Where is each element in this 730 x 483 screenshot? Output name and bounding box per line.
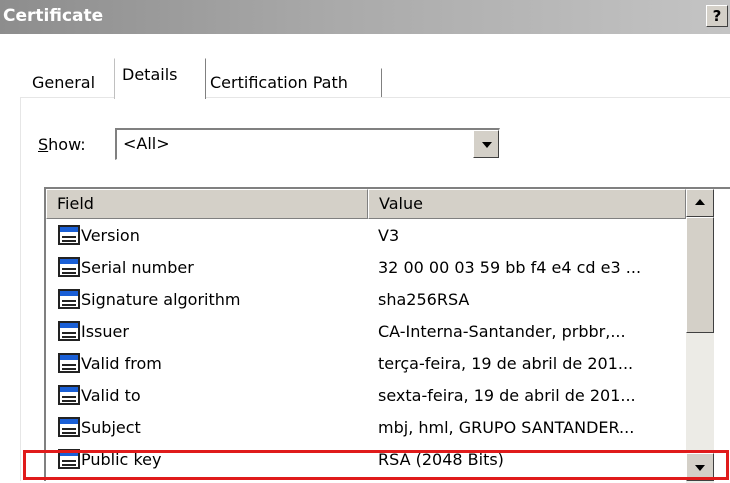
list-rows: Version V3 Serial number 32 00 00 03 59 …	[46, 221, 686, 477]
show-dropdown[interactable]: <All>	[115, 128, 500, 160]
certificate-field-icon	[58, 257, 80, 277]
list-row-serial-number[interactable]: Serial number 32 00 00 03 59 bb f4 e4 cd…	[46, 253, 686, 285]
row-value: sexta-feira, 19 de abril de 201...	[378, 386, 636, 405]
row-field: Serial number	[81, 258, 194, 277]
list-header: Field Value	[46, 189, 686, 219]
row-value: 32 00 00 03 59 bb f4 e4 cd e3 ...	[378, 258, 642, 277]
tab-certification-path[interactable]: Certification Path	[202, 68, 382, 97]
certificate-field-icon	[58, 289, 80, 309]
certificate-field-icon	[58, 225, 80, 245]
show-label-text: how:	[48, 135, 86, 154]
dropdown-arrow-button[interactable]	[473, 130, 499, 158]
show-dropdown-value: <All>	[123, 134, 170, 153]
list-row-issuer[interactable]: Issuer CA-Interna-Santander, prbbr,...	[46, 317, 686, 349]
certificate-field-icon	[58, 321, 80, 341]
row-value: sha256RSA	[378, 290, 470, 309]
row-field: Signature algorithm	[81, 290, 241, 309]
column-header-field[interactable]: Field	[46, 189, 368, 219]
row-value: V3	[378, 226, 400, 245]
certificate-field-icon	[58, 353, 80, 373]
row-value: CA-Interna-Santander, prbbr,...	[378, 322, 626, 341]
list-row-subject[interactable]: Subject mbj, hml, GRUPO SANTANDER...	[46, 413, 686, 445]
row-field: Version	[81, 226, 140, 245]
list-row-version[interactable]: Version V3	[46, 221, 686, 253]
certificate-dialog: Certificate ? General Details Certificat…	[0, 0, 730, 483]
show-label: Show:	[38, 135, 86, 154]
scrollbar-thumb[interactable]	[686, 217, 714, 333]
row-field: Issuer	[81, 322, 129, 341]
list-row-signature-algorithm[interactable]: Signature algorithm sha256RSA	[46, 285, 686, 317]
tab-general[interactable]: General	[24, 68, 120, 97]
column-header-value[interactable]: Value	[368, 189, 686, 219]
details-list[interactable]: Field Value Version V3 Serial number 32 …	[44, 187, 730, 483]
help-button[interactable]: ?	[706, 5, 728, 27]
public-key-highlight-box	[23, 450, 729, 480]
show-label-accesskey: S	[38, 135, 49, 154]
dropdown-arrow-icon	[482, 142, 492, 148]
certificate-field-icon	[58, 417, 80, 437]
tab-panel-left-border	[20, 97, 21, 481]
window-title: Certificate	[3, 6, 104, 26]
list-row-valid-from[interactable]: Valid from terça-feira, 19 de abril de 2…	[46, 349, 686, 381]
row-value: terça-feira, 19 de abril de 201...	[378, 354, 634, 373]
row-value: mbj, hml, GRUPO SANTANDER...	[378, 418, 635, 437]
row-field: Valid to	[81, 386, 141, 405]
scroll-up-arrow-icon	[695, 199, 705, 205]
tab-details[interactable]: Details	[114, 58, 206, 99]
vertical-scrollbar[interactable]	[686, 189, 714, 483]
certificate-field-icon	[58, 385, 80, 405]
scroll-up-button[interactable]	[686, 189, 714, 217]
list-row-valid-to[interactable]: Valid to sexta-feira, 19 de abril de 201…	[46, 381, 686, 413]
row-field: Subject	[81, 418, 141, 437]
title-bar: Certificate ?	[0, 0, 730, 34]
row-field: Valid from	[81, 354, 162, 373]
